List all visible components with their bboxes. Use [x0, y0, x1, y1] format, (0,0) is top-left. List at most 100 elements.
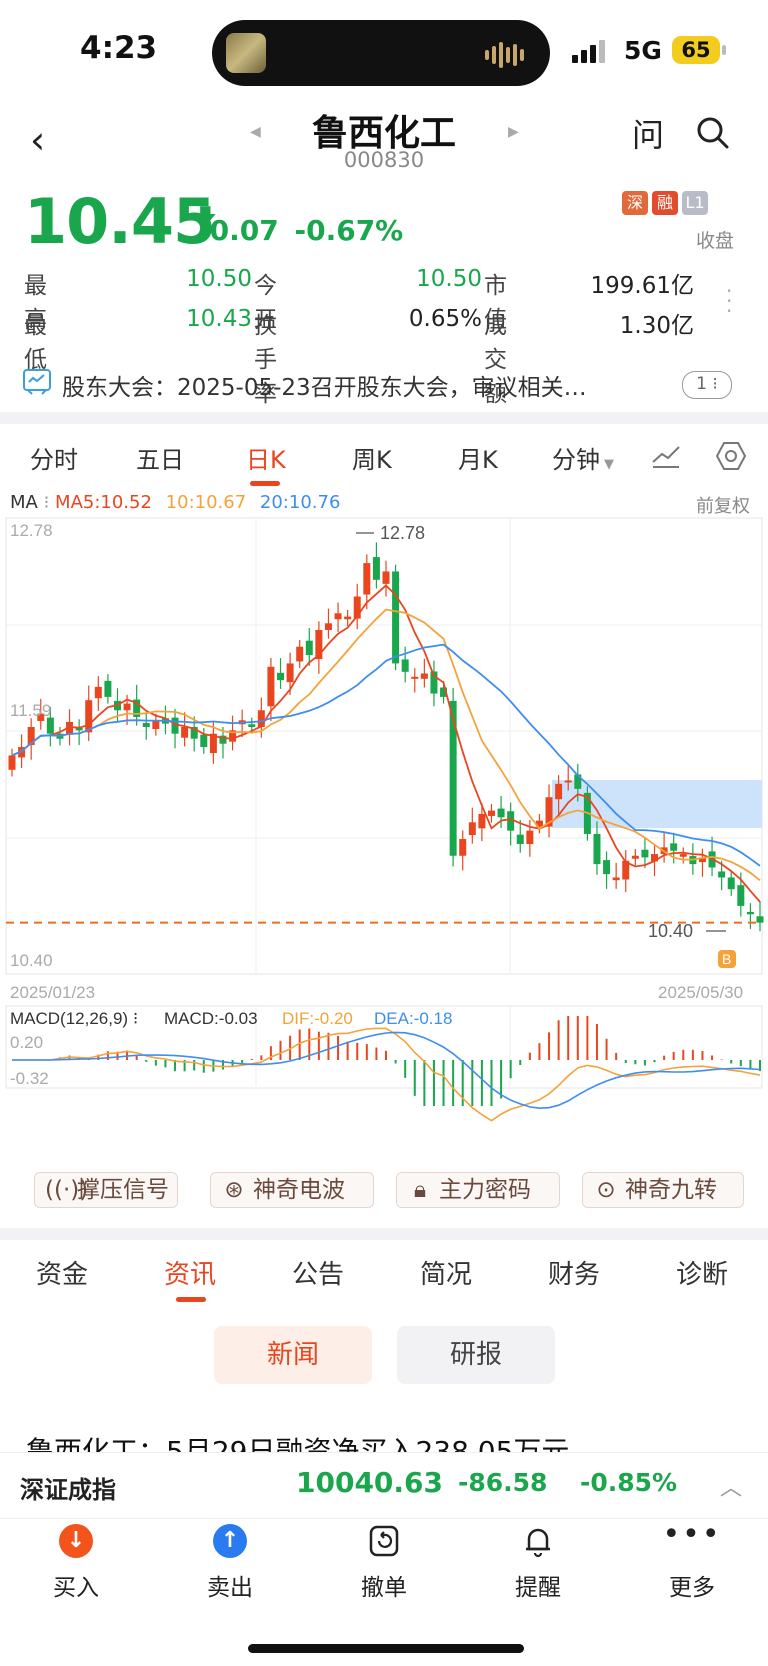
- network-type: 5G: [624, 36, 662, 65]
- lock-icon: 🔒︎: [413, 1177, 427, 1203]
- highlight-zone: [552, 780, 762, 828]
- now-playing-artwork: [226, 33, 266, 73]
- audio-wave-icon: [485, 42, 524, 68]
- candle-body: [756, 916, 764, 923]
- tab-monthly-k[interactable]: 月K: [458, 440, 498, 475]
- tool-magic-wave[interactable]: ⊛ 神奇电波: [210, 1172, 374, 1208]
- index-change-pct: -0.85%: [580, 1468, 678, 1497]
- dea-value: DEA:-0.18: [374, 1009, 452, 1028]
- candle-body: [449, 700, 457, 856]
- battery-indicator: 65: [672, 36, 720, 64]
- buy-signal-label: B: [722, 951, 731, 967]
- candle-body: [123, 703, 131, 711]
- status-time: 4:23: [80, 30, 158, 66]
- tab-5day[interactable]: 五日: [136, 440, 184, 475]
- more-dots-icon[interactable]: · · ·: [726, 281, 732, 321]
- tab-diagnosis[interactable]: 诊断: [676, 1254, 728, 1291]
- caret-down-icon: ▼: [604, 457, 614, 472]
- section-divider: [0, 1228, 768, 1240]
- sell-label: 卖出: [207, 1575, 253, 1601]
- kline-chart[interactable]: 12.78 11.59 10.40 2025/01/23 2025/05/30 12.78…: [0, 488, 768, 1158]
- start-date-label: 2025/01/23: [10, 983, 95, 1002]
- chevron-up-icon[interactable]: ︿: [720, 1470, 742, 1502]
- candle-body: [363, 563, 371, 595]
- tab-intraday[interactable]: 分时: [30, 440, 78, 475]
- change-value: -0.07: [198, 214, 279, 247]
- back-icon[interactable]: ‹: [30, 118, 45, 162]
- buy-label: 买入: [53, 1575, 99, 1601]
- tab-weekly-k[interactable]: 周K: [352, 440, 392, 475]
- stat-value: 10.43: [186, 306, 252, 332]
- y-mid-label: 11.59: [10, 701, 51, 720]
- candle-body: [305, 640, 313, 656]
- candle-body: [104, 680, 112, 697]
- sell-button[interactable]: ↑ 卖出: [170, 1524, 290, 1602]
- stat-value: 10.50: [186, 266, 252, 292]
- tab-minute[interactable]: 分钟 ▼: [552, 440, 614, 475]
- ma20-line: [11, 643, 761, 867]
- candle-body: [593, 834, 601, 865]
- candle-body: [324, 623, 332, 630]
- tool-label: 主力密码: [439, 1177, 531, 1203]
- dynamic-island[interactable]: [212, 20, 550, 86]
- candle-body: [142, 722, 150, 727]
- ask-button[interactable]: 问: [632, 110, 664, 156]
- stat-value: 199.61亿: [590, 273, 694, 299]
- tab-announcements[interactable]: 公告: [292, 1254, 344, 1291]
- sell-icon: ↑: [213, 1524, 247, 1558]
- candle-body: [420, 673, 428, 679]
- candle-body: [46, 717, 54, 734]
- candle-body: [200, 734, 208, 748]
- candle-body: [382, 571, 390, 584]
- buy-button[interactable]: ↓ 买入: [16, 1524, 136, 1602]
- stat-value: 10.50: [416, 266, 482, 292]
- cancel-order-button[interactable]: 撤单: [324, 1524, 444, 1602]
- ma10-line: [11, 608, 761, 882]
- candle-body: [372, 557, 380, 580]
- notice-text[interactable]: 股东大会：2025-05-23召开股东大会，审议相关…: [62, 368, 587, 402]
- tab-capital[interactable]: 资金: [36, 1254, 88, 1291]
- end-date-label: 2025/05/30: [658, 983, 743, 1002]
- draw-line-icon[interactable]: [650, 442, 682, 470]
- search-icon[interactable]: [696, 116, 730, 150]
- tab-minute-label: 分钟: [552, 446, 600, 474]
- stat-value: 1.30亿: [619, 313, 694, 339]
- settings-icon[interactable]: [714, 440, 748, 472]
- subtab-news[interactable]: 新闻: [214, 1326, 372, 1384]
- candle-body: [718, 871, 726, 878]
- tab-news-info[interactable]: 资讯: [164, 1254, 216, 1291]
- stat-label: 最 低: [24, 313, 70, 373]
- y-max-label: 12.78: [10, 521, 53, 540]
- cancel-order-icon: [369, 1525, 399, 1557]
- battery-cap: [722, 45, 726, 55]
- candle-body: [392, 571, 400, 664]
- candle-body: [94, 686, 102, 699]
- alert-button[interactable]: 提醒: [478, 1524, 598, 1602]
- candle-body: [468, 822, 476, 836]
- candle-body: [679, 854, 687, 857]
- pulse-icon: ⊛: [224, 1177, 244, 1203]
- news-headline[interactable]: 鲁西化工：5月29日融资净买入238.05万元: [26, 1430, 746, 1452]
- tool-support-resistance[interactable]: ((·))撑压信号: [34, 1172, 178, 1208]
- price-change: -0.07 -0.67%: [198, 214, 403, 247]
- tool-magic-nine[interactable]: ⊙ 神奇九转: [582, 1172, 744, 1208]
- candle-body: [487, 810, 495, 816]
- badge-group: 深 融 L1: [622, 191, 708, 215]
- more-button[interactable]: ••• 更多: [632, 1520, 752, 1602]
- subtab-research[interactable]: 研报: [397, 1326, 555, 1384]
- dif-value: DIF:-0.20: [282, 1009, 353, 1028]
- tab-daily-k[interactable]: 日K: [246, 440, 286, 475]
- tool-main-force[interactable]: 🔒︎ 主力密码: [396, 1172, 560, 1208]
- tab-financials[interactable]: 财务: [548, 1254, 600, 1291]
- change-percent: -0.67%: [294, 214, 404, 247]
- candle-body: [8, 755, 16, 770]
- next-stock-icon[interactable]: ▶: [508, 124, 519, 140]
- macd-title: MACD(12,26,9) ⁝: [10, 1009, 138, 1028]
- tab-profile[interactable]: 简况: [420, 1254, 472, 1291]
- macd-ymin: -0.32: [10, 1069, 49, 1088]
- badge-level1[interactable]: L1: [682, 191, 708, 215]
- notice-count[interactable]: 1 ⁝: [682, 371, 732, 399]
- candle-body: [296, 646, 304, 662]
- stock-code: 000830: [343, 148, 425, 172]
- last-price: 10.45: [24, 185, 216, 258]
